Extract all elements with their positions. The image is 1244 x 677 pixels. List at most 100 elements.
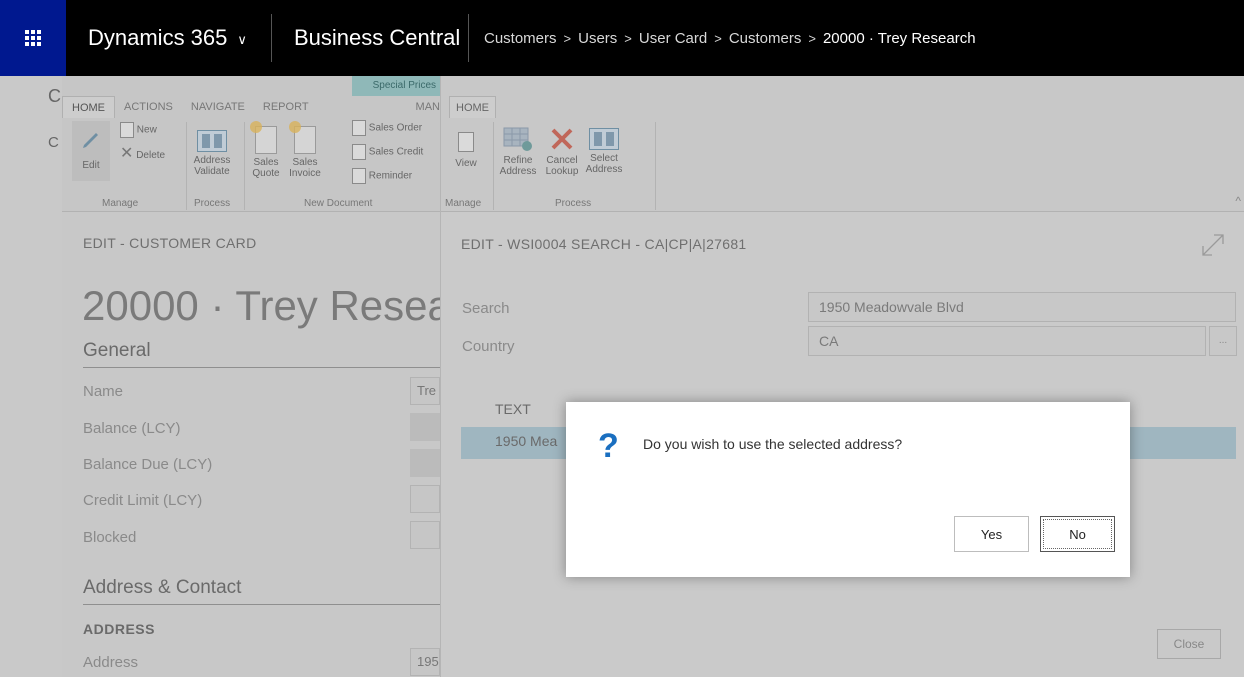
refine-address-button[interactable]: Refine Address <box>495 126 541 177</box>
collapse-ribbon-icon[interactable]: ^ <box>1235 194 1241 208</box>
address-card-icon <box>197 130 227 152</box>
divider <box>271 14 272 62</box>
new-document-icon <box>120 122 134 138</box>
field-label-balance: Balance (LCY) <box>83 420 181 437</box>
address-validate-button[interactable]: Address Validate <box>190 130 234 177</box>
question-icon: ? <box>598 427 619 465</box>
sales-invoice-icon <box>289 121 316 154</box>
sales-invoice-button[interactable]: Sales Invoice <box>286 121 324 179</box>
field-label-blocked: Blocked <box>83 529 137 546</box>
sales-order-button[interactable]: Sales Order <box>352 120 442 136</box>
subsection-address: ADDRESS <box>83 621 155 637</box>
address-search-pane: HOME View Refine Address Cancel Lookup S… <box>440 76 1244 677</box>
sales-quote-icon <box>250 121 277 154</box>
section-divider <box>83 367 440 368</box>
view-label: View <box>455 158 477 169</box>
search-pane-title: EDIT - WSI0004 SEARCH - CA|CP|A|27681 <box>461 236 747 252</box>
tab-home[interactable]: HOME <box>449 96 496 118</box>
credit-limit-field[interactable] <box>410 485 440 513</box>
country-lookup-button[interactable]: ... <box>1209 326 1237 356</box>
waffle-icon <box>25 30 41 46</box>
expand-icon[interactable] <box>1200 232 1226 258</box>
search-pane-ribbon: HOME View Refine Address Cancel Lookup S… <box>441 76 1244 212</box>
search-input[interactable]: 1950 Meadowvale Blvd <box>808 292 1236 322</box>
sales-quote-label-1: Sales <box>253 157 279 168</box>
section-address-contact[interactable]: Address & Contact <box>83 577 241 599</box>
breadcrumb-separator: > <box>624 30 632 46</box>
sales-credit-button[interactable]: Sales Credit <box>352 144 442 160</box>
new-button[interactable]: New <box>120 122 190 138</box>
address-field[interactable]: 195 <box>410 648 440 676</box>
name-field[interactable]: Tre <box>410 377 440 405</box>
select-label-2: Address <box>585 164 623 175</box>
delete-button[interactable]: ✕ Delete <box>120 146 190 162</box>
refine-label-2: Address <box>499 166 537 177</box>
view-icon <box>458 132 474 152</box>
breadcrumb-item[interactable]: User Card <box>639 30 707 47</box>
divider <box>468 14 469 62</box>
balance-field <box>410 413 440 441</box>
customer-heading: 20000 · Trey Resea <box>82 282 451 329</box>
field-label-balance-due: Balance Due (LCY) <box>83 456 213 473</box>
tab-actions[interactable]: ACTIONS <box>115 96 182 118</box>
group-separator <box>655 122 656 210</box>
strip-letter: C <box>48 86 61 106</box>
row-text: 1950 Mea <box>495 433 558 449</box>
dialog-message: Do you wish to use the selected address? <box>643 436 903 452</box>
breadcrumb-item[interactable]: Customers <box>729 30 802 47</box>
select-address-button[interactable]: Select Address <box>581 126 627 175</box>
country-input[interactable]: CA <box>808 326 1206 356</box>
field-label-name: Name <box>83 383 124 400</box>
tab-navigate[interactable]: NAVIGATE <box>182 96 254 118</box>
field-label-credit-limit: Credit Limit (LCY) <box>83 492 203 509</box>
confirm-dialog: ? Do you wish to use the selected addres… <box>566 402 1130 577</box>
yes-button[interactable]: Yes <box>954 516 1029 552</box>
breadcrumb-separator: > <box>563 30 572 46</box>
sales-credit-icon <box>352 144 366 160</box>
sales-order-label: Sales Order <box>368 122 423 134</box>
sales-quote-label-2: Quote <box>252 168 280 179</box>
column-header-text[interactable]: TEXT <box>495 401 531 417</box>
blocked-field[interactable] <box>410 521 440 549</box>
section-general[interactable]: General <box>83 340 151 362</box>
country-label: Country <box>462 338 515 355</box>
breadcrumb: Customers > Users > User Card > Customer… <box>484 0 976 76</box>
breadcrumb-separator: > <box>808 30 816 46</box>
select-label-1: Select <box>590 153 618 164</box>
address-card-icon <box>589 128 619 150</box>
edit-label: Edit <box>82 160 100 171</box>
brand-menu[interactable]: Dynamics 365 ∨ <box>88 0 247 76</box>
breadcrumb-item[interactable]: Users <box>578 30 617 47</box>
close-icon <box>551 128 573 150</box>
search-label: Search <box>462 300 510 317</box>
balance-due-field <box>410 449 440 477</box>
view-button[interactable]: View <box>451 132 481 169</box>
sales-quote-button[interactable]: Sales Quote <box>248 121 284 179</box>
app-launcher-button[interactable] <box>0 0 66 76</box>
group-separator <box>493 122 494 210</box>
pencil-icon <box>83 133 98 148</box>
group-separator <box>186 122 187 210</box>
tab-report[interactable]: REPORT <box>254 96 318 118</box>
tab-home[interactable]: HOME <box>62 96 115 118</box>
breadcrumb-item[interactable]: Customers <box>484 30 557 47</box>
tab-manage[interactable]: MAN <box>352 96 440 118</box>
no-button[interactable]: No <box>1040 516 1115 552</box>
address-validate-label-2: Validate <box>194 166 230 177</box>
chevron-down-icon: ∨ <box>237 31 247 47</box>
group-label-new-document: New Document <box>304 198 373 209</box>
cancel-label-1: Cancel <box>546 155 578 166</box>
reminder-label: Reminder <box>368 170 413 182</box>
top-nav-bar: Dynamics 365 ∨ Business Central Customer… <box>0 0 1244 76</box>
new-label: New <box>136 124 157 136</box>
close-button[interactable]: Close <box>1157 629 1221 659</box>
cancel-label-2: Lookup <box>545 166 579 177</box>
edit-button[interactable]: Edit <box>72 121 110 181</box>
customer-card-ribbon: Special Prices MAN HOME ACTIONS NAVIGATE… <box>62 76 440 212</box>
cancel-lookup-button[interactable]: Cancel Lookup <box>541 126 583 177</box>
reminder-button[interactable]: Reminder <box>352 168 442 184</box>
breadcrumb-current: 20000 · Trey Research <box>822 29 976 47</box>
product-name[interactable]: Business Central <box>294 0 460 76</box>
tab-special-prices[interactable]: Special Prices <box>352 76 440 96</box>
reminder-icon <box>352 168 366 184</box>
